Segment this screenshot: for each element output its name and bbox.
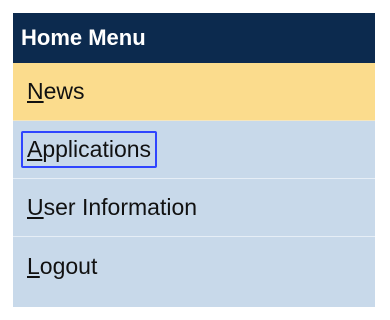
label-text: ogout <box>39 252 98 279</box>
menu-item-label: User Information <box>21 189 203 226</box>
menu-item-label: News <box>21 73 91 110</box>
menu-title: Home Menu <box>13 13 375 63</box>
menu-item-label: Applications <box>21 131 158 168</box>
label-text: pplications <box>42 136 152 162</box>
accelerator-key: U <box>27 194 44 220</box>
accelerator-key: A <box>27 136 43 162</box>
menu-item-applications[interactable]: Applications <box>13 121 375 179</box>
label-text: ser Information <box>43 194 198 220</box>
label-text: ews <box>43 78 85 104</box>
menu-item-label: Logout <box>21 248 103 285</box>
accelerator-key: L <box>27 252 40 279</box>
menu-item-user-information[interactable]: User Information <box>13 179 375 237</box>
accelerator-key: N <box>27 78 44 104</box>
menu-item-logout[interactable]: Logout <box>13 237 375 295</box>
home-menu: Home Menu News Applications User Informa… <box>13 13 375 307</box>
menu-item-news[interactable]: News <box>13 63 375 121</box>
